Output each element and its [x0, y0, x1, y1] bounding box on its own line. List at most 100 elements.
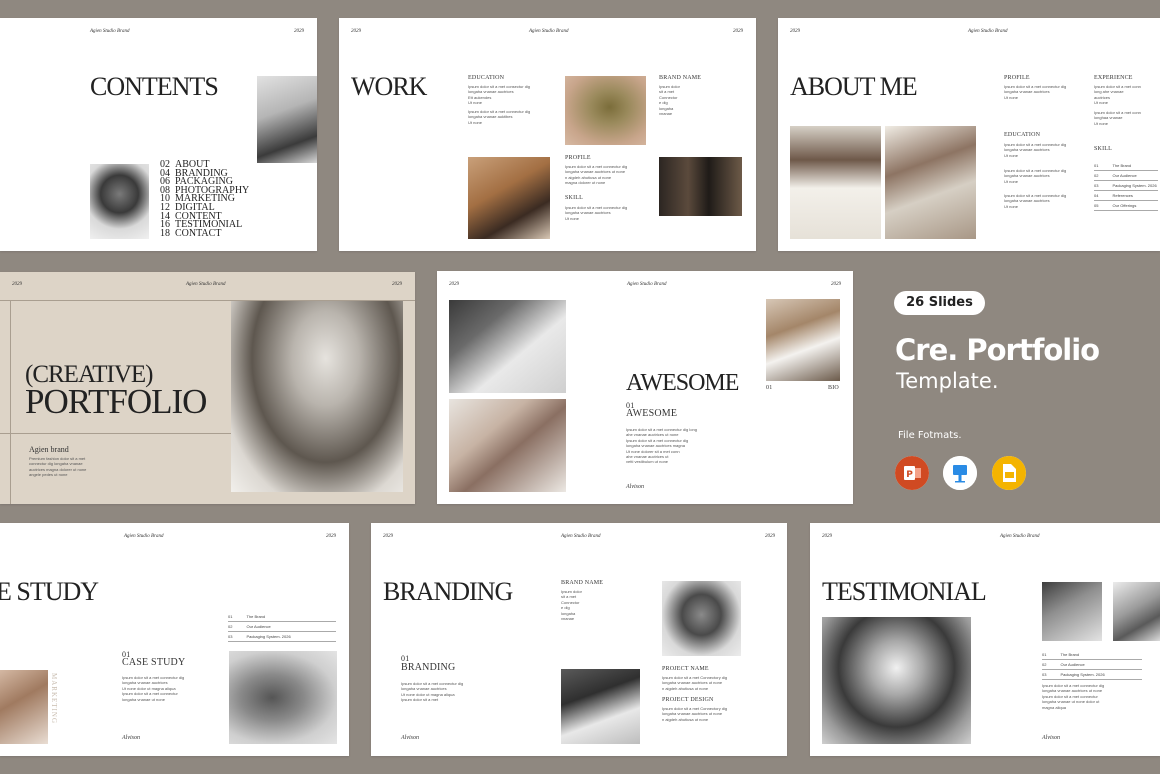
- brand-name: Agien Studio Brand: [968, 29, 1008, 34]
- brand-name: Agien Studio Brand: [124, 534, 164, 539]
- signature: Alvison: [122, 735, 140, 741]
- skill-label: SKILL: [1094, 146, 1112, 152]
- slide-awesome: 2029 Agien Studio Brand 2029 AWESOME 01 …: [437, 271, 853, 504]
- list-item-number: 02: [228, 624, 233, 629]
- model-photo: [1042, 582, 1102, 641]
- list-item-label: Our Audience: [1060, 662, 1085, 667]
- list-item: 02 Our Audience: [1094, 171, 1158, 181]
- list-item-label: The Brand: [1060, 652, 1080, 657]
- education-text-2: Ipsum dolor sit a met connectur dig long…: [1004, 168, 1067, 184]
- list-item: 03 Packaging System. 2026: [1094, 181, 1158, 191]
- slide-testimonial: 2029 Agien Studio Brand TESTIMONIAL 01 Th…: [810, 523, 1160, 756]
- list-item-label: The Brand: [246, 614, 266, 619]
- divider: [10, 300, 11, 504]
- education-text: Ipsum dolor sit a met consectur dig long…: [468, 84, 531, 106]
- list-item: 02 Our Audience: [1042, 660, 1142, 670]
- list-item-label: Packaging System. 2026: [1112, 183, 1157, 188]
- list-item: 01 The Brand: [228, 612, 336, 622]
- year: 2029: [383, 534, 393, 539]
- education-text-3: Ipsum dolor sit a met connectur dig long…: [1004, 193, 1067, 209]
- branding-text: Ipsum dolor sit a met connectur dig long…: [401, 681, 464, 703]
- product-title: Cre. Portfolio: [895, 333, 1100, 367]
- year: 2029: [351, 29, 361, 34]
- slide-work: 2029 Agien Studio Brand 2029 WORK EDUCAT…: [339, 18, 756, 251]
- model-photo: [449, 399, 566, 492]
- education-label: EDUCATION: [1004, 132, 1041, 138]
- slide-case-study: Agien Studio Brand 2029 E STUDY 01 The Br…: [0, 523, 349, 756]
- model-photo: [766, 299, 840, 381]
- cover-text: Premium fashion dolor sit a met connectu…: [29, 456, 87, 478]
- section-title: CASE STUDY: [122, 657, 186, 668]
- contents-item: 18 CONTACT: [160, 227, 249, 239]
- list-item-label: Packaging System. 2026: [1060, 672, 1105, 677]
- project-design-text: Ipsum dolor sit a met Connectory dig lon…: [662, 706, 728, 722]
- year: 2029: [449, 282, 459, 287]
- list-item-label: References: [1112, 193, 1133, 198]
- list-item: 03 Packaging System. 2026: [228, 632, 336, 642]
- model-photo: [229, 651, 337, 744]
- list-item: 04 References: [1094, 191, 1158, 201]
- list-item: 05 Our Offerings: [1094, 201, 1158, 211]
- divider: [0, 433, 231, 434]
- body-photo: [885, 126, 976, 239]
- year: 2029: [392, 282, 402, 287]
- year: 2029: [765, 534, 775, 539]
- project-name-label: PROJECT NAME: [662, 666, 709, 672]
- skill-label: SKILL: [565, 195, 583, 201]
- section-title: BRANDING: [401, 662, 456, 673]
- brand-name-list: Ipsum dolor sit a met Connector e dig lo…: [659, 84, 680, 117]
- portrait-photo: [90, 164, 149, 239]
- slide-about-me: 2029 Agien Studio Brand ABOUT ME PROFILE…: [778, 18, 1160, 251]
- footer-bio: BIO: [828, 385, 839, 391]
- brand-name: Agien Studio Brand: [186, 282, 226, 287]
- list-item-number: 01: [228, 614, 233, 619]
- slide-contents: Agien Studio Brand 2029 CONTENTS 02 ABOUT…: [0, 18, 317, 251]
- list-item-number: 03: [1094, 183, 1099, 188]
- list-item-number: 03: [228, 634, 233, 639]
- section-title: AWESOME: [626, 408, 678, 419]
- keynote-icon: [943, 456, 977, 490]
- education-text-2: Ipsum dolor sit a met connectur dig long…: [468, 109, 531, 125]
- file-formats-label: File Fotmats.: [898, 430, 962, 441]
- slide-title: BRANDING: [383, 577, 513, 606]
- slide-title: E STUDY: [0, 577, 99, 606]
- experience-text-2: Ipsum dolor sit a met conn longhaa vnana…: [1094, 110, 1141, 126]
- profile-label: PROFILE: [1004, 75, 1030, 81]
- brand-name-list: Ipsum dolor sit a met Connector e dig lo…: [561, 589, 582, 622]
- brand-name-label: BRAND NAME: [561, 580, 604, 586]
- cover-title-line2: PORTFOLIO: [25, 382, 207, 421]
- body-photo: [790, 126, 881, 239]
- year: 2029: [326, 534, 336, 539]
- education-label: EDUCATION: [468, 75, 505, 81]
- experience-text: Ipsum dolor sit a met conn long ahe vnan…: [1094, 84, 1141, 106]
- powerpoint-icon: P: [895, 456, 929, 490]
- slides-count-badge: 26 Slides: [894, 291, 985, 315]
- list-item: 02 Our Audience: [228, 622, 336, 632]
- slide-title: AWESOME: [626, 370, 739, 396]
- svg-text:P: P: [906, 470, 913, 480]
- model-photo: [822, 617, 971, 744]
- testimonial-list: 01 The Brand 02 Our Audience 03 Packaging Sys…: [1042, 650, 1142, 680]
- slide-cover: 2029 Agien Studio Brand 2029 (CREATIVE) …: [0, 272, 415, 504]
- brand-name: Agien Studio Brand: [529, 29, 569, 34]
- list-item-number: 01: [1042, 652, 1047, 657]
- list-item: 01 The Brand: [1042, 650, 1142, 660]
- case-study-text: Ipsum dolor sit a met connectur dig long…: [122, 675, 185, 702]
- model-photo: [1113, 582, 1160, 641]
- list-item-number: 05: [1094, 203, 1099, 208]
- profile-label: PROFILE: [565, 155, 591, 161]
- slide-branding: 2029 Agien Studio Brand 2029 BRANDING BR…: [371, 523, 787, 756]
- case-study-list: 01 The Brand 02 Our Audience 03 Packaging Sys…: [228, 612, 336, 642]
- year: 2029: [831, 282, 841, 287]
- slide-title: ABOUT ME: [790, 72, 918, 101]
- profile-text: Ipsum dolor sit a met connectur dig long…: [565, 164, 628, 186]
- contents-item-number: 18: [160, 227, 170, 239]
- brand-name: Agien Studio Brand: [627, 282, 667, 287]
- skill-list: 01 The Brand 02 Our Audience 03 Packaging Sys…: [1094, 161, 1158, 211]
- project-design-label: PROJECT DESIGN: [662, 697, 714, 703]
- vertical-text: MARKETING: [50, 673, 58, 724]
- year: 2029: [12, 282, 22, 287]
- chair-photo: [659, 157, 742, 216]
- year: 2029: [294, 29, 304, 34]
- education-text: Ipsum dolor sit a met connectur dig long…: [1004, 142, 1067, 158]
